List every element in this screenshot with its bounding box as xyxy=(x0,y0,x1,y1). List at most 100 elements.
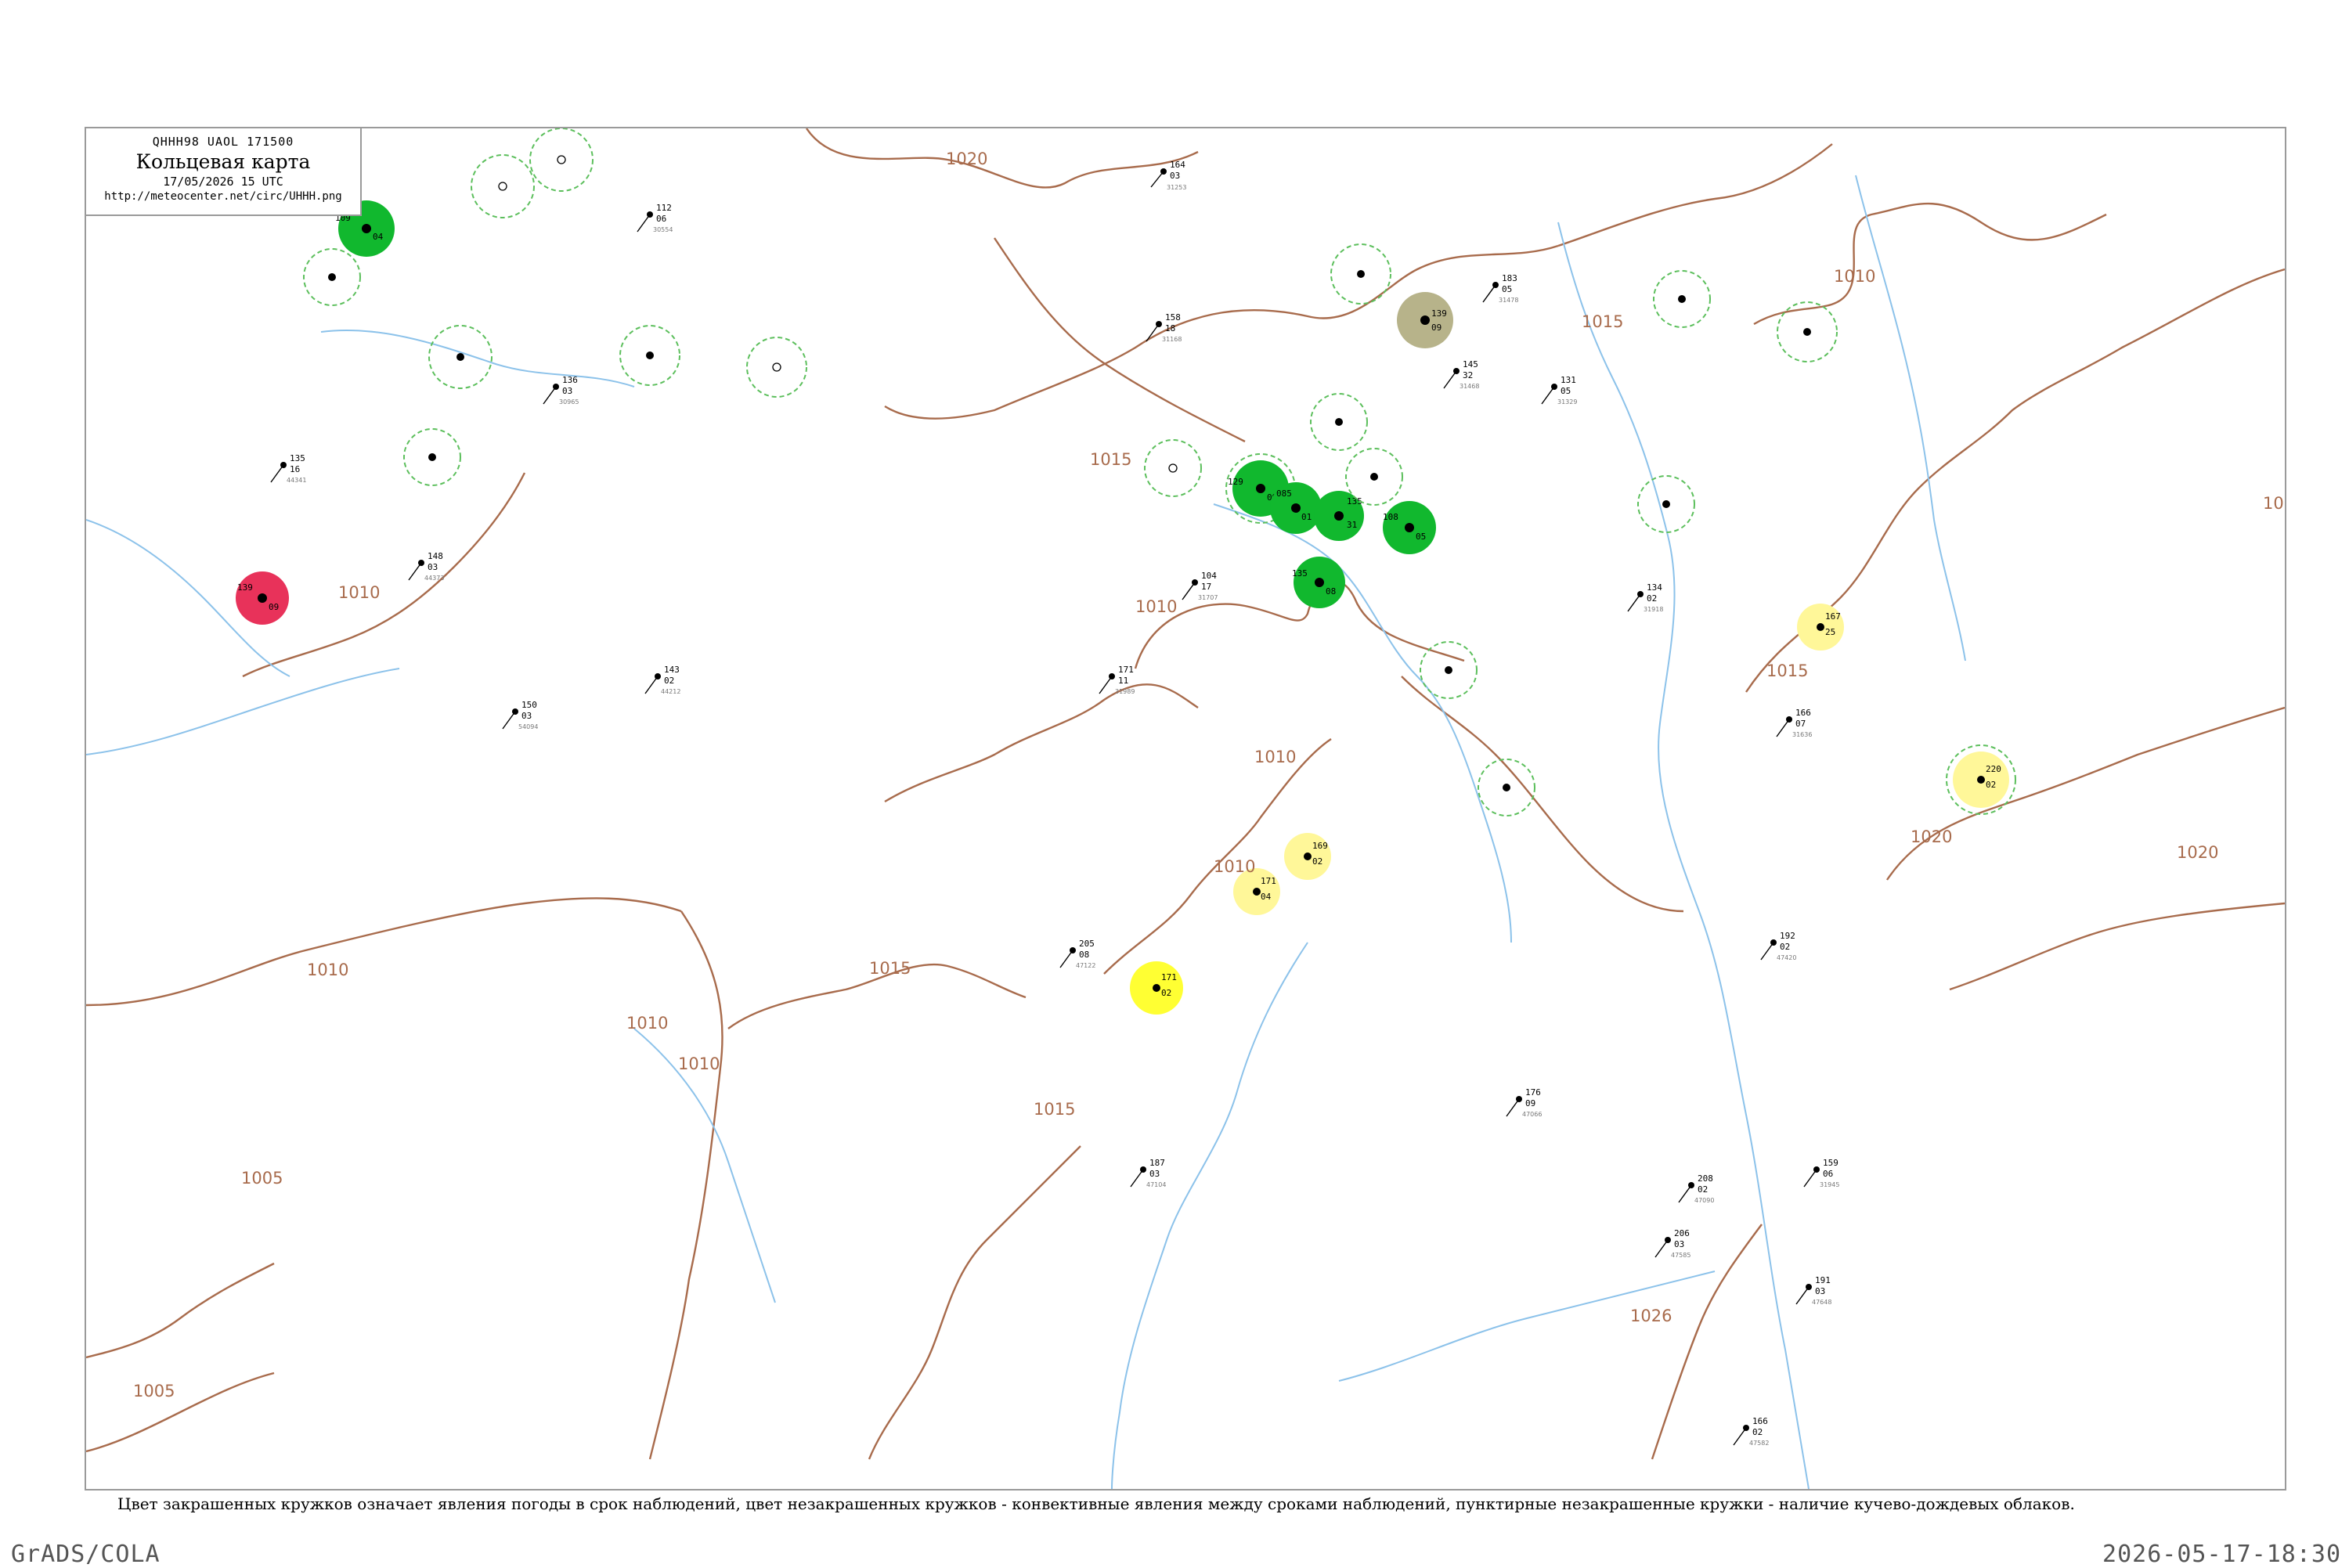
station-pressure: 09 xyxy=(1431,323,1442,333)
svg-text:02: 02 xyxy=(1698,1184,1708,1195)
station-plot[interactable]: 20508 47122 xyxy=(1059,939,1095,969)
svg-text:47420: 47420 xyxy=(1777,954,1796,961)
station-ring[interactable] xyxy=(403,428,461,486)
station-plot[interactable]: 20603 47585 xyxy=(1654,1228,1690,1259)
isobar-label: 1015 xyxy=(1090,450,1131,469)
svg-text:31707: 31707 xyxy=(1198,594,1218,601)
station-plot[interactable]: 10417 31707 xyxy=(1182,571,1218,601)
stations-overlay: 129 09 085 01 135 31 108 05 135 08 109 0… xyxy=(236,128,2016,1447)
isobar-label: 1010 xyxy=(307,961,348,979)
station-circle[interactable]: 139 09 xyxy=(1397,292,1453,348)
station-plot[interactable]: 14302 44212 xyxy=(644,665,680,695)
station-circle[interactable]: 220 02 xyxy=(1946,744,2016,815)
svg-text:16: 16 xyxy=(290,464,300,474)
station-ring[interactable] xyxy=(619,325,680,386)
svg-text:31945: 31945 xyxy=(1820,1181,1839,1188)
svg-text:31468: 31468 xyxy=(1460,383,1479,390)
station-ring[interactable] xyxy=(529,128,594,192)
station-plot[interactable]: 16607 31636 xyxy=(1776,708,1812,738)
svg-text:47066: 47066 xyxy=(1522,1111,1542,1118)
station-temp: 167 xyxy=(1825,611,1841,622)
svg-text:148: 148 xyxy=(428,551,443,561)
station-pressure: 04 xyxy=(373,232,384,242)
station-pressure: 31 xyxy=(1347,520,1357,530)
isobar-label: 1005 xyxy=(241,1169,283,1188)
svg-text:104: 104 xyxy=(1201,571,1217,581)
svg-text:31918: 31918 xyxy=(1644,606,1663,613)
station-temp: 085 xyxy=(1276,488,1292,499)
station-ring[interactable] xyxy=(1637,475,1695,533)
station-temp: 220 xyxy=(1986,764,2001,774)
svg-text:159: 159 xyxy=(1823,1158,1838,1168)
rivers xyxy=(86,175,1966,1489)
station-circle[interactable]: 085 01 xyxy=(1270,482,1322,534)
station-plot[interactable]: 13105 31329 xyxy=(1541,375,1577,406)
svg-text:192: 192 xyxy=(1780,931,1795,941)
svg-text:07: 07 xyxy=(1795,719,1806,729)
station-plot[interactable]: 20802 47090 xyxy=(1678,1173,1714,1204)
station-ring[interactable] xyxy=(1478,759,1535,816)
station-plot[interactable]: 15003 54094 xyxy=(502,700,538,730)
station-plot[interactable]: 14532 31468 xyxy=(1443,359,1479,390)
station-plot[interactable]: 13402 31918 xyxy=(1627,582,1663,613)
map-canvas: 129 09 085 01 135 31 108 05 135 08 109 0… xyxy=(86,128,2285,1489)
svg-text:09: 09 xyxy=(1525,1098,1535,1108)
bulletin-code: QHHH98 UAOL 171500 xyxy=(152,135,294,149)
station-ring[interactable] xyxy=(1420,641,1478,699)
svg-text:02: 02 xyxy=(1780,942,1790,952)
svg-text:03: 03 xyxy=(1674,1239,1684,1249)
station-circle[interactable]: 135 08 xyxy=(1292,557,1345,608)
station-plot[interactable]: 18305 31478 xyxy=(1482,273,1518,304)
station-circle[interactable]: 171 02 xyxy=(1130,961,1183,1015)
svg-text:03: 03 xyxy=(1815,1286,1825,1296)
station-temp: 139 xyxy=(1431,308,1447,319)
station-plot[interactable]: 17609 47066 xyxy=(1506,1087,1542,1118)
station-plot[interactable]: 16602 47582 xyxy=(1733,1416,1769,1447)
svg-text:03: 03 xyxy=(562,386,572,396)
svg-text:145: 145 xyxy=(1463,359,1478,369)
svg-text:02: 02 xyxy=(1752,1427,1763,1437)
station-plot[interactable]: 19103 47648 xyxy=(1795,1275,1831,1306)
station-pressure: 02 xyxy=(1161,988,1171,998)
svg-text:47648: 47648 xyxy=(1812,1299,1831,1306)
svg-text:136: 136 xyxy=(562,375,578,385)
station-circle[interactable]: 169 02 xyxy=(1284,833,1331,880)
station-ring[interactable] xyxy=(1345,448,1403,506)
svg-text:31989: 31989 xyxy=(1115,688,1135,695)
station-ring[interactable] xyxy=(1653,270,1711,328)
isobar-label: 1010 xyxy=(678,1054,720,1073)
station-plot[interactable]: 19202 47420 xyxy=(1760,931,1796,961)
isobar-label: 1010 xyxy=(338,583,380,602)
station-plot[interactable]: 17111 31989 xyxy=(1099,665,1135,695)
station-circle[interactable]: 167 25 xyxy=(1797,604,1844,651)
station-ring[interactable] xyxy=(1144,439,1202,497)
station-plot[interactable]: 14803 44373 xyxy=(408,551,444,582)
svg-text:143: 143 xyxy=(664,665,680,675)
station-circle[interactable]: 108 05 xyxy=(1383,501,1436,554)
station-pressure: 25 xyxy=(1825,627,1835,637)
station-plot[interactable]: 13603 30965 xyxy=(543,375,579,406)
svg-text:131: 131 xyxy=(1561,375,1576,385)
station-ring[interactable] xyxy=(746,337,807,398)
station-plot[interactable]: 11206 30554 xyxy=(637,203,673,233)
svg-text:47582: 47582 xyxy=(1749,1440,1769,1447)
station-circle[interactable]: 139 09 xyxy=(236,571,289,625)
station-ring[interactable] xyxy=(1310,393,1368,451)
isobars xyxy=(86,128,2285,1460)
station-plot[interactable]: 13516 44341 xyxy=(270,453,306,484)
station-plot[interactable]: 15906 31945 xyxy=(1803,1158,1839,1188)
svg-text:187: 187 xyxy=(1149,1158,1165,1168)
station-plot[interactable]: 18703 47104 xyxy=(1130,1158,1166,1188)
svg-text:06: 06 xyxy=(1823,1169,1833,1179)
svg-text:02: 02 xyxy=(1647,593,1657,604)
station-ring[interactable] xyxy=(428,325,493,389)
svg-text:30554: 30554 xyxy=(653,226,673,233)
svg-text:176: 176 xyxy=(1525,1087,1541,1098)
isobar-label: 1015 xyxy=(1034,1100,1075,1119)
station-ring[interactable] xyxy=(471,154,535,218)
svg-text:03: 03 xyxy=(1149,1169,1160,1179)
isobar-label: 1020 xyxy=(946,150,987,168)
station-temp: 169 xyxy=(1312,841,1328,851)
station-ring[interactable] xyxy=(303,248,361,306)
svg-text:03: 03 xyxy=(428,562,438,572)
